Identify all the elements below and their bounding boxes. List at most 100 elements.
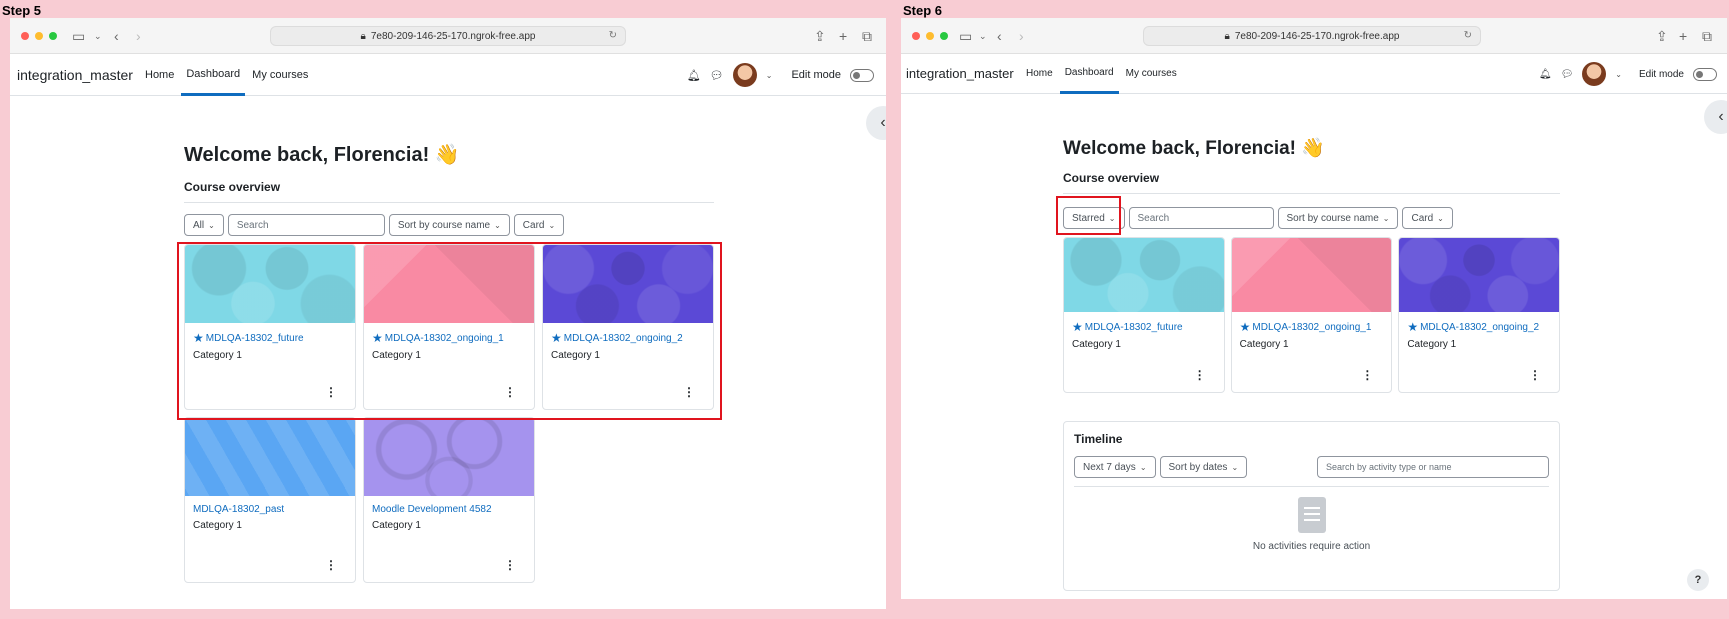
course-title: MDLQA-18302_ongoing_1 [1252,321,1372,333]
back-icon[interactable]: ‹ [114,27,119,45]
course-filters: Starred ⌄ Search Sort by course name ⌄ Car… [1063,207,1560,229]
course-title-link[interactable]: ★ MDLQA-18302_ongoing_2 [1407,320,1551,334]
chevron-down-icon: ⌄ [1139,462,1147,472]
moodle-navbar: integration_master Home Dashboard My cou… [901,54,1727,94]
chevron-down-icon[interactable]: ⌄ [979,27,987,45]
course-image[interactable] [185,418,355,496]
course-card-body: ★ MDLQA-18302_ongoing_1 Category 1 ⋮ [1232,312,1392,392]
nav-dashboard[interactable]: Dashboard [181,54,246,96]
user-nav: 🔔︎ 💬︎ ⌄ Edit mode [1539,54,1717,94]
block-drawer-toggle[interactable]: ‹ [866,106,886,140]
course-card[interactable]: ★ MDLQA-18302_ongoing_2 Category 1 ⋮ [1398,237,1560,393]
address-bar[interactable]: 🔒︎ 7e80-209-146-25-170.ngrok-free.app ↻ [270,26,626,46]
edit-mode-toggle[interactable] [850,68,874,82]
sidebar-toggle-icon[interactable]: ▭ [959,27,972,45]
chat-icon[interactable]: 💬︎ [710,69,724,82]
forward-icon[interactable]: › [1019,27,1024,45]
avatar[interactable] [732,63,757,87]
chevron-down-icon: ⌄ [1231,462,1239,472]
view-select[interactable]: Card ⌄ [1402,207,1453,229]
browser-toolbar: ▭ ⌄ ‹ › 🔒︎ 7e80-209-146-25-170.ngrok-fre… [901,18,1727,54]
course-category: Category 1 [1407,339,1457,350]
user-menu-chevron-icon[interactable]: ⌄ [766,71,773,80]
timeline-controls: Next 7 days ⌄ Sort by dates ⌄ Search by ac… [1074,456,1549,478]
sort-select[interactable]: Sort by course name ⌄ [1277,207,1399,229]
chevron-down-icon[interactable]: ⌄ [94,27,102,45]
course-search-input[interactable]: Search [1128,207,1274,229]
url-text: 7e80-209-146-25-170.ngrok-free.app [1234,30,1400,42]
edit-mode-toggle[interactable] [1693,67,1717,81]
sidebar-toggle-icon[interactable]: ▭ [72,27,85,45]
nav-home[interactable]: Home [1021,54,1058,94]
nav-my-courses[interactable]: My courses [247,54,313,96]
step-6-label: Step 6 [903,3,943,18]
window-controls[interactable] [21,32,57,40]
timeline-sort-select[interactable]: Sort by dates ⌄ [1159,456,1248,478]
share-icon[interactable]: ⇪ [1656,27,1668,45]
reload-icon[interactable]: ↻ [609,30,617,41]
site-brand[interactable]: integration_master [17,67,133,83]
nav-my-courses[interactable]: My courses [1121,54,1182,94]
course-image[interactable] [1399,238,1559,312]
course-actions-kebab-icon[interactable]: ⋮ [1529,368,1541,382]
timeline-empty-state: No activities require action [1074,486,1549,552]
nav-home[interactable]: Home [140,54,179,96]
chevron-down-icon: ⌄ [1437,213,1444,223]
timeline-search-input[interactable]: Search by activity type or name [1317,456,1549,478]
window-controls[interactable] [912,32,948,40]
course-title-link[interactable]: Moodle Development 4582 [372,504,526,515]
user-nav: 🔔︎ 💬︎ ⌄ Edit mode [687,54,874,96]
share-icon[interactable]: ⇪ [814,27,826,45]
chat-icon[interactable]: 💬︎ [1561,69,1574,80]
site-brand[interactable]: integration_master [906,66,1014,81]
course-image[interactable] [1231,238,1392,312]
course-image[interactable] [1064,238,1224,312]
course-title-link[interactable]: ★ MDLQA-18302_ongoing_1 [1240,320,1384,334]
course-actions-kebab-icon[interactable]: ⋮ [1194,368,1206,382]
tabs-overview-icon[interactable]: ⧉ [1702,27,1712,45]
forward-icon[interactable]: › [136,27,141,45]
course-actions-kebab-icon[interactable]: ⋮ [504,558,516,572]
grouping-select[interactable]: All ⌄ [184,214,224,236]
course-card[interactable]: ★ MDLQA-18302_future Category 1 ⋮ [1063,237,1225,393]
help-button[interactable]: ? [1687,569,1709,591]
course-image[interactable] [364,418,534,496]
nav-dashboard[interactable]: Dashboard [1059,54,1119,94]
timeline-empty-message: No activities require action [1252,541,1371,552]
address-bar[interactable]: 🔒︎ 7e80-209-146-25-170.ngrok-free.app ↻ [1143,26,1481,46]
view-select[interactable]: Card ⌄ [513,214,565,236]
lock-icon: 🔒︎ [1224,30,1230,42]
highlight-box-starred-cards [177,242,722,420]
course-category: Category 1 [1239,339,1289,350]
browser-window-step-5: ▭ ⌄ ‹ › 🔒︎ 7e80-209-146-25-170.ngrok-fre… [10,18,886,609]
user-menu-chevron-icon[interactable]: ⌄ [1615,70,1622,79]
star-icon: ★ [1239,320,1251,334]
edit-mode-label: Edit mode [791,69,841,81]
timeline-range-select[interactable]: Next 7 days ⌄ [1074,456,1156,478]
new-tab-icon[interactable]: + [1679,27,1687,45]
course-actions-kebab-icon[interactable]: ⋮ [325,558,337,572]
course-card[interactable]: Moodle Development 4582 Category 1 ⋮ [363,417,535,583]
primary-nav: Home Dashboard My courses [140,54,315,96]
course-card[interactable]: MDLQA-18302_past Category 1 ⋮ [184,417,356,583]
dashboard-main: Welcome back, Florencia! 👋 Course overvi… [1063,136,1560,591]
new-tab-icon[interactable]: + [839,27,847,45]
bell-icon[interactable]: 🔔︎ [687,69,701,82]
course-category: Category 1 [193,520,242,531]
bell-icon[interactable]: 🔔︎ [1539,69,1552,80]
primary-nav: Home Dashboard My courses [1021,54,1184,94]
chevron-down-icon: ⌄ [548,220,556,230]
tabs-overview-icon[interactable]: ⧉ [862,27,872,45]
avatar[interactable] [1582,62,1607,86]
back-icon[interactable]: ‹ [997,27,1002,45]
block-drawer-toggle[interactable]: ‹ [1704,100,1727,134]
course-card[interactable]: ★ MDLQA-18302_ongoing_1 Category 1 ⋮ [1230,237,1393,393]
timeline-block: Timeline Next 7 days ⌄ Sort by dates ⌄ Sea… [1063,421,1560,591]
sort-select[interactable]: Sort by course name ⌄ [388,214,510,236]
course-title-link[interactable]: ★ MDLQA-18302_future [1072,320,1216,334]
course-actions-kebab-icon[interactable]: ⋮ [1361,368,1373,382]
course-search-input[interactable]: Search [227,214,385,236]
reload-icon[interactable]: ↻ [1464,30,1472,41]
course-card-grid: ★ MDLQA-18302_future Category 1 ⋮ ★ MDLQA-183… [1063,237,1560,393]
course-title-link[interactable]: MDLQA-18302_past [193,504,347,515]
